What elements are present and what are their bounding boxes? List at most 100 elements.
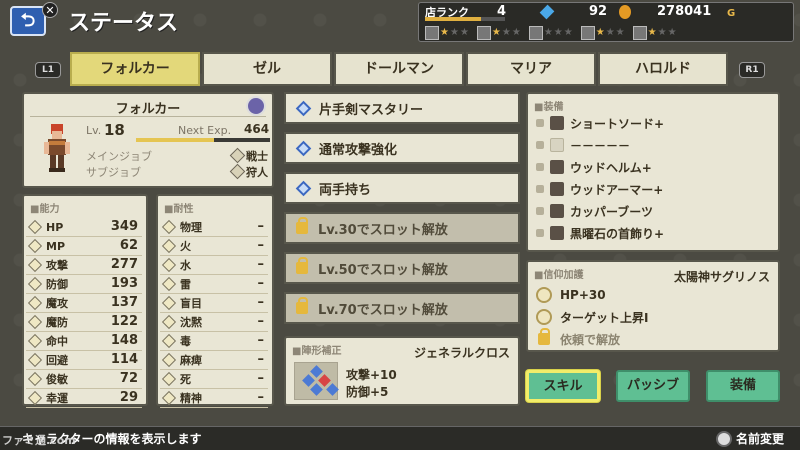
skill-label: Lv.70でスロット解放 xyxy=(318,302,448,318)
return-arrow-icon: ⮌ xyxy=(20,10,36,31)
gold-unit: G xyxy=(727,8,736,19)
skill-label: 両手持ち xyxy=(319,182,372,198)
back-button[interactable]: ⮌ xyxy=(10,6,46,36)
equipment-row[interactable]: ショートソード+ xyxy=(536,114,664,132)
ability-stat-icon xyxy=(27,314,43,330)
passive-button[interactable]: パッシブ xyxy=(616,370,690,402)
slot-type-icon xyxy=(536,207,544,215)
level-label: Lv. xyxy=(86,124,102,137)
faith-label: 依頼で解放 xyxy=(560,332,621,347)
ability-value: 114 xyxy=(110,352,138,367)
star-icon: ★ xyxy=(657,27,667,38)
gold-amount: 278041 xyxy=(657,4,712,19)
tab-character[interactable]: フォルカー xyxy=(70,52,200,86)
ability-row: 魔防 xyxy=(27,313,68,331)
skill-label: Lv.50でスロット解放 xyxy=(318,262,448,278)
ability-label: 命中 xyxy=(46,335,68,348)
next-exp-value: 464 xyxy=(244,122,270,136)
pickaxe-icon xyxy=(425,26,439,40)
equipment-name: －－－－－ xyxy=(570,138,631,153)
resistance-row: 火 xyxy=(161,237,191,255)
ability-row: 命中 xyxy=(27,332,68,350)
formation-section-label: ■陣形補正 xyxy=(292,346,342,357)
skill-slot[interactable]: 両手持ち xyxy=(284,172,520,204)
ability-value: 137 xyxy=(110,295,138,310)
resistance-value: – xyxy=(257,276,265,291)
star-icon: ★ xyxy=(511,27,521,38)
equipment-row[interactable]: ウッドアーマー+ xyxy=(536,180,663,198)
feather-icon[interactable] xyxy=(246,96,266,116)
ability-value: 349 xyxy=(110,219,138,234)
tool-rank-item: ★ ★ ★ xyxy=(580,25,625,41)
footer-bar: キャラクターの情報を表示します 名前変更 xyxy=(0,426,800,450)
equip-button[interactable]: 装備 xyxy=(706,370,780,402)
resistance-label: 雷 xyxy=(180,278,191,291)
slot-type-icon xyxy=(536,163,544,171)
ability-row: 幸運 xyxy=(27,389,68,407)
equipment-row[interactable]: ウッドヘルム+ xyxy=(536,158,652,176)
crosshair-icon xyxy=(536,309,552,325)
ability-stat-icon xyxy=(27,276,43,292)
skill-slot-locked[interactable]: Lv.50でスロット解放 xyxy=(284,252,520,284)
resistance-row: 精神 xyxy=(161,389,202,407)
ability-label: 魔攻 xyxy=(46,297,68,310)
resource-strip: 店ランク 4 92 278041 G ★ ★ ★ ★ ★ ★ ★ ★ ★ ★ ★ ★ ★ ★ ★ xyxy=(418,2,794,42)
resistance-value: – xyxy=(257,314,265,329)
resistance-value: – xyxy=(257,295,265,310)
skill-slot[interactable]: 片手剣マスタリー xyxy=(284,92,520,124)
resistance-stat-icon xyxy=(161,352,177,368)
resistance-stat-icon xyxy=(161,333,177,349)
star-icon: ★ xyxy=(491,27,501,38)
page-title: ステータス xyxy=(68,11,179,36)
main-job-label: メインジョブ xyxy=(86,150,152,163)
tab-character[interactable]: マリア xyxy=(466,52,596,86)
ability-label: 攻撃 xyxy=(46,259,68,272)
shop-rank-value: 4 xyxy=(497,4,507,19)
rename-button[interactable]: 名前変更 xyxy=(736,430,784,447)
resistance-label: 盲目 xyxy=(180,297,202,310)
lock-icon xyxy=(296,257,308,274)
ability-label: 防御 xyxy=(46,278,68,291)
resistance-value: – xyxy=(257,390,265,405)
equipment-row[interactable]: 黒曜石の首飾り+ xyxy=(536,224,664,242)
minus-button-icon xyxy=(716,431,732,447)
character-sprite xyxy=(44,124,70,172)
skill-slot-locked[interactable]: Lv.70でスロット解放 xyxy=(284,292,520,324)
level-value: 18 xyxy=(104,121,125,139)
r1-shoulder-button[interactable]: R1 xyxy=(739,62,765,78)
ability-stat-icon xyxy=(27,257,43,273)
resistance-row: 死 xyxy=(161,370,191,388)
ability-stat-icon xyxy=(27,238,43,254)
book-icon xyxy=(580,26,595,40)
l1-shoulder-button[interactable]: L1 xyxy=(35,62,61,78)
skill-slot-locked[interactable]: Lv.30でスロット解放 xyxy=(284,212,520,244)
ability-row: 回避 xyxy=(27,351,68,369)
ability-stat-icon xyxy=(27,333,43,349)
skill-diamond-icon xyxy=(295,180,312,196)
skill-diamond-icon xyxy=(295,140,312,156)
equipment-row[interactable]: －－－－－ xyxy=(536,136,630,154)
tool-rank-item: ★ ★ ★ xyxy=(632,25,677,41)
skill-slot[interactable]: 通常攻撃強化 xyxy=(284,132,520,164)
tool-rank-item: ★ ★ ★ xyxy=(425,25,469,41)
pot-icon xyxy=(476,26,491,40)
ability-label: 魔防 xyxy=(46,316,68,329)
equipment-row[interactable]: カッパーブーツ xyxy=(536,202,653,220)
ability-value: 122 xyxy=(110,314,138,329)
resistance-label: 水 xyxy=(180,259,191,272)
boots-icon xyxy=(550,204,564,218)
empty-slot-icon xyxy=(550,138,564,152)
tab-character[interactable]: ハロルド xyxy=(598,52,728,86)
scroll-icon xyxy=(632,26,647,40)
skill-button[interactable]: スキル xyxy=(526,370,600,402)
tab-character[interactable]: ドールマン xyxy=(334,52,464,86)
armor-icon xyxy=(550,182,564,196)
resistance-stat-icon xyxy=(161,295,177,311)
tab-character[interactable]: ゼル xyxy=(202,52,332,86)
star-icon: ★ xyxy=(615,27,625,38)
faith-label: ターゲット上昇Ⅰ xyxy=(560,310,649,325)
ability-row: 防御 xyxy=(27,275,68,293)
divider xyxy=(160,407,268,408)
faith-row: 依頼で解放 xyxy=(536,328,621,348)
ability-section-label: ■能力 xyxy=(30,204,60,215)
